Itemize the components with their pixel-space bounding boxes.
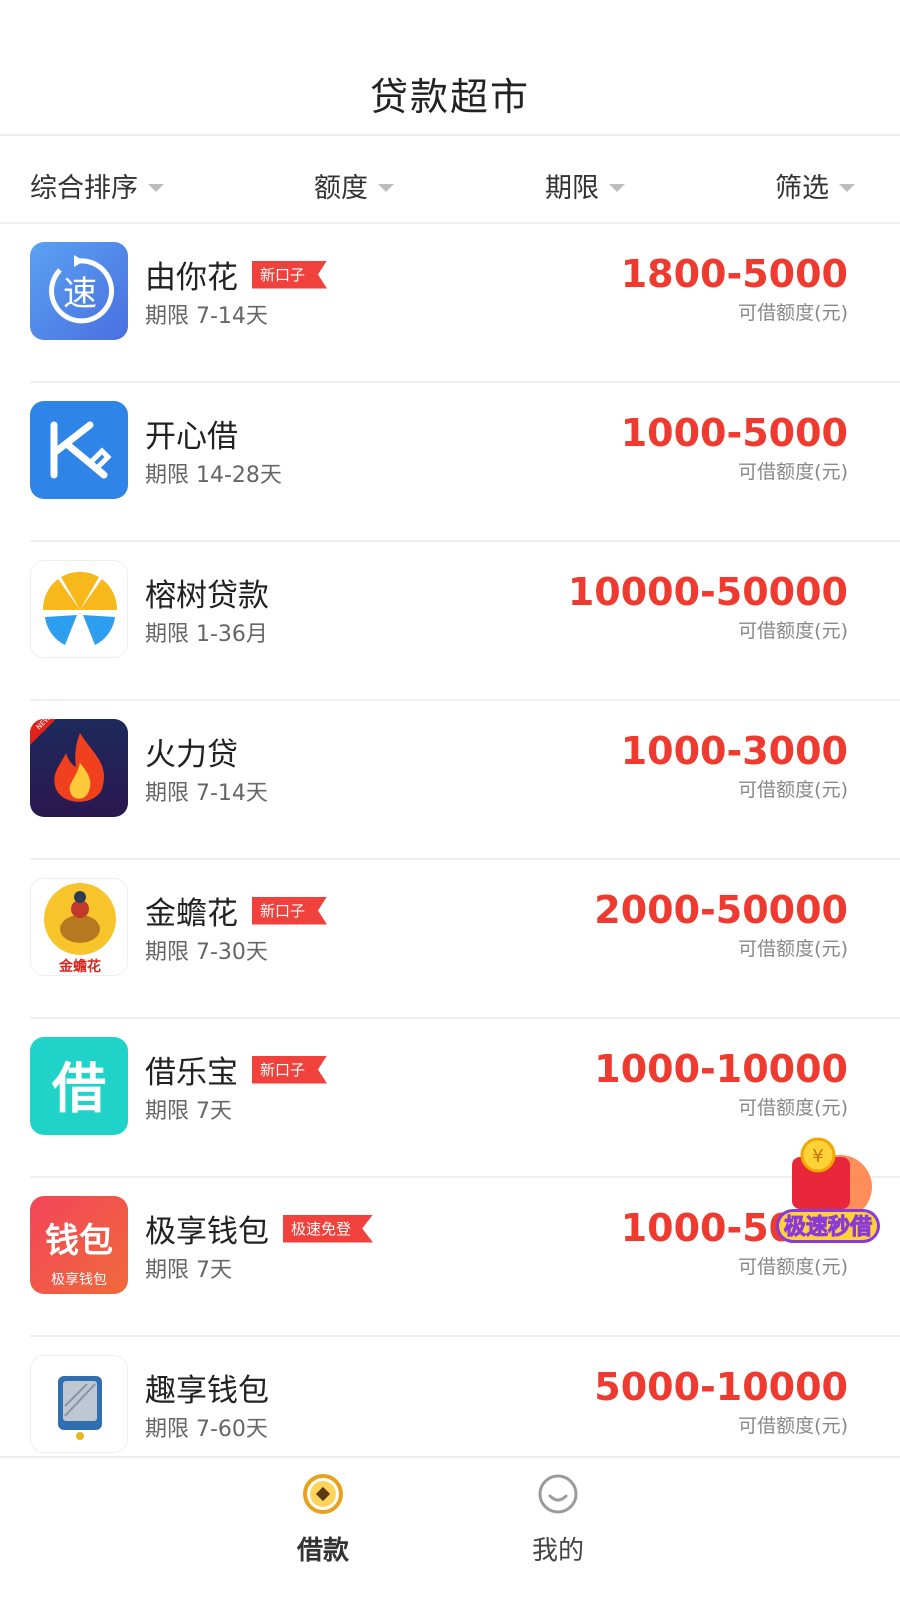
- product-name: 火力贷: [145, 737, 238, 773]
- fast-badge: 极速免登: [283, 1214, 374, 1243]
- svg-text:速: 速: [63, 274, 97, 314]
- red-envelope-icon: ¥ 极速秒借: [776, 1137, 880, 1243]
- new-badge: 新口子: [252, 1055, 328, 1084]
- tab-mine-label: 我的: [531, 1536, 584, 1566]
- product-term: 期限 7天: [145, 1258, 232, 1283]
- product-name: 榕树贷款: [145, 578, 269, 614]
- product-name: 趣享钱包: [145, 1373, 269, 1409]
- amount-label: 可借额度(元): [738, 302, 848, 324]
- filter-sort-label: 综合排序: [30, 173, 138, 204]
- bottom-tab-bar: 借款 我的: [0, 1456, 900, 1600]
- product-name: 极享钱包 极速免登: [145, 1206, 374, 1251]
- filter-amount-label: 额度: [314, 173, 368, 204]
- product-list: 速 由你花 新口子 期限 7-14天 1800-5000 可借额度(元) 开心借…: [0, 224, 900, 1496]
- product-term: 期限 14-28天: [145, 463, 282, 488]
- svg-text:借: 借: [51, 1057, 106, 1120]
- tab-loan-label: 借款: [296, 1536, 349, 1566]
- caret-down-icon: [148, 183, 164, 192]
- product-amount: 2000-50000: [594, 888, 848, 932]
- filter-term[interactable]: 期限: [545, 166, 625, 205]
- speed-icon: 速: [30, 242, 128, 340]
- product-term: 期限 7-14天: [145, 781, 268, 806]
- product-name: 借乐宝 新口子: [145, 1047, 328, 1092]
- filter-amount[interactable]: 额度: [314, 166, 394, 205]
- wallet-logo-icon: 钱包 极享钱包: [30, 1196, 128, 1294]
- list-item[interactable]: 钱包 极享钱包 极享钱包 极速免登 期限 7天 1000-5000 可借额度(元…: [0, 1178, 900, 1337]
- product-name: 开心借: [145, 419, 238, 455]
- page-title: 贷款超市: [369, 75, 530, 119]
- jie-logo-icon: 借: [30, 1037, 128, 1135]
- svg-text:¥: ¥: [812, 1146, 823, 1167]
- caret-down-icon: [378, 183, 394, 192]
- list-item[interactable]: 开心借 期限 14-28天 1000-5000 可借额度(元): [0, 383, 900, 542]
- amount-label: 可借额度(元): [738, 1415, 848, 1437]
- amount-label: 可借额度(元): [738, 779, 848, 801]
- golden-toad-icon: 金蟾花: [30, 878, 128, 976]
- product-name: 由你花 新口子: [145, 252, 328, 297]
- list-item[interactable]: 金蟾花 金蟾花 新口子 期限 7-30天 2000-50000 可借额度(元): [0, 860, 900, 1019]
- amount-label: 可借额度(元): [738, 938, 848, 960]
- amount-label: 可借额度(元): [738, 620, 848, 642]
- filter-term-label: 期限: [545, 173, 599, 204]
- product-term: 期限 1-36月: [145, 622, 268, 647]
- filter-sort[interactable]: 综合排序: [30, 166, 164, 205]
- amount-label: 可借额度(元): [738, 1256, 848, 1278]
- product-term: 期限 7-60天: [145, 1417, 268, 1442]
- tree-logo-icon: [30, 560, 128, 658]
- list-item[interactable]: 榕树贷款 期限 1-36月 10000-50000 可借额度(元): [0, 542, 900, 701]
- product-amount: 1000-10000: [594, 1047, 848, 1091]
- product-term: 期限 7-30天: [145, 940, 268, 965]
- coin-icon: [303, 1474, 343, 1514]
- svg-text:极速秒借: 极速秒借: [784, 1214, 872, 1240]
- product-amount: 1800-5000: [620, 252, 848, 296]
- product-amount: 1000-5000: [620, 411, 848, 455]
- svg-text:钱包: 钱包: [45, 1221, 113, 1261]
- list-item[interactable]: NEW 火力贷 期限 7-14天 1000-3000 可借额度(元): [0, 701, 900, 860]
- list-item[interactable]: 速 由你花 新口子 期限 7-14天 1800-5000 可借额度(元): [0, 224, 900, 383]
- svg-text:金蟾花: 金蟾花: [58, 958, 101, 975]
- promo-float-button[interactable]: ¥ 极速秒借: [770, 1135, 882, 1247]
- product-term: 期限 7天: [145, 1099, 232, 1124]
- new-badge: 新口子: [252, 896, 328, 925]
- tab-mine[interactable]: 我的: [498, 1472, 618, 1567]
- filter-screen-label: 筛选: [775, 173, 829, 204]
- amount-label: 可借额度(元): [738, 461, 848, 483]
- caret-down-icon: [839, 183, 855, 192]
- svg-text:极享钱包: 极享钱包: [51, 1271, 107, 1288]
- list-item[interactable]: 借 借乐宝 新口子 期限 7天 1000-10000 可借额度(元): [0, 1019, 900, 1178]
- amount-label: 可借额度(元): [738, 1097, 848, 1119]
- product-term: 期限 7-14天: [145, 304, 268, 329]
- app-header: 贷款超市: [0, 0, 900, 136]
- product-name: 金蟾花 新口子: [145, 888, 328, 933]
- smile-icon: [538, 1474, 578, 1514]
- flame-icon: NEW: [30, 719, 128, 817]
- new-badge: 新口子: [252, 260, 328, 289]
- product-amount: 1000-3000: [620, 729, 848, 773]
- product-amount: 10000-50000: [567, 570, 848, 614]
- caret-down-icon: [609, 183, 625, 192]
- tab-loan[interactable]: 借款: [263, 1472, 383, 1567]
- product-amount: 5000-10000: [594, 1365, 848, 1409]
- filter-bar: 综合排序 额度 期限 筛选: [0, 138, 900, 224]
- filter-screen[interactable]: 筛选: [775, 166, 855, 205]
- card-logo-icon: [30, 1355, 128, 1453]
- k-logo-icon: [30, 401, 128, 499]
